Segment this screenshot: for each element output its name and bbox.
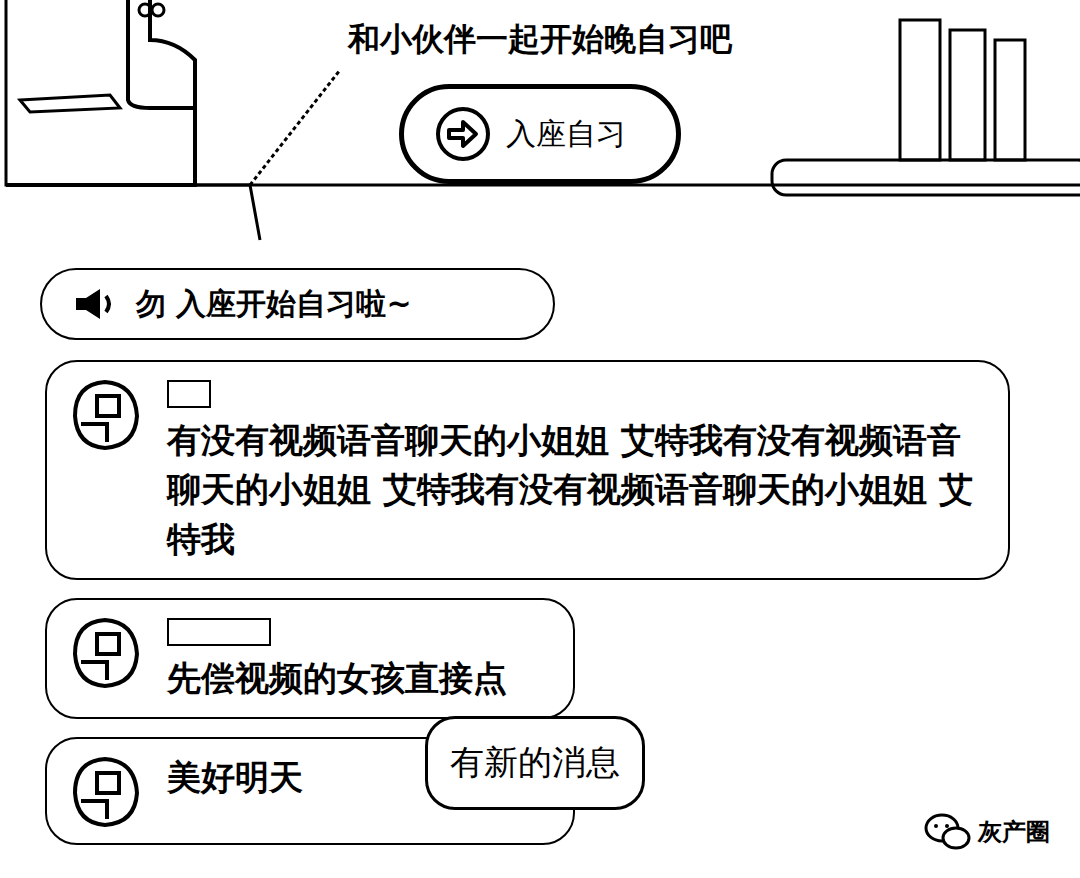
header-title: 和小伙伴一起开始晚自习吧 bbox=[340, 18, 740, 62]
message-text: 先偿视频的女孩直接点 bbox=[167, 654, 553, 703]
message-card[interactable]: 有没有视频语音聊天的小姐姐 艾特我有没有视频语音聊天的小姐姐 艾特我有没有视频语… bbox=[45, 360, 1010, 580]
user-avatar-icon bbox=[67, 753, 143, 829]
message-body: 有没有视频语音聊天的小姐姐 艾特我有没有视频语音聊天的小姐姐 艾特我有没有视频语… bbox=[167, 376, 988, 564]
watermark: 灰产圈 bbox=[924, 812, 1050, 852]
user-avatar-icon bbox=[67, 376, 143, 452]
new-message-toast[interactable]: 有新的消息 bbox=[425, 716, 645, 810]
wechat-icon bbox=[924, 812, 972, 852]
redacted-username bbox=[167, 618, 271, 646]
message-text: 有没有视频语音聊天的小姐姐 艾特我有没有视频语音聊天的小姐姐 艾特我有没有视频语… bbox=[167, 416, 988, 564]
user-avatar-icon bbox=[67, 614, 143, 690]
join-study-button[interactable]: 入座自习 bbox=[399, 84, 681, 184]
message-card[interactable]: 先偿视频的女孩直接点 bbox=[45, 598, 575, 719]
watermark-text: 灰产圈 bbox=[978, 816, 1050, 848]
notice-bar: 勿 入座开始自习啦~ bbox=[40, 268, 555, 340]
join-study-label: 入座自习 bbox=[506, 114, 626, 155]
study-room-header: 和小伙伴一起开始晚自习吧 入座自习 bbox=[0, 0, 1080, 250]
study-room-screen: 和小伙伴一起开始晚自习吧 入座自习 勿 入座开始自习啦~ 有没有视频语音聊天的小… bbox=[0, 0, 1080, 878]
message-body: 先偿视频的女孩直接点 bbox=[167, 614, 553, 703]
enter-arrow-icon bbox=[434, 105, 492, 163]
speaker-icon bbox=[72, 286, 116, 322]
notice-text: 勿 入座开始自习啦~ bbox=[136, 284, 412, 325]
redacted-username bbox=[167, 380, 211, 408]
